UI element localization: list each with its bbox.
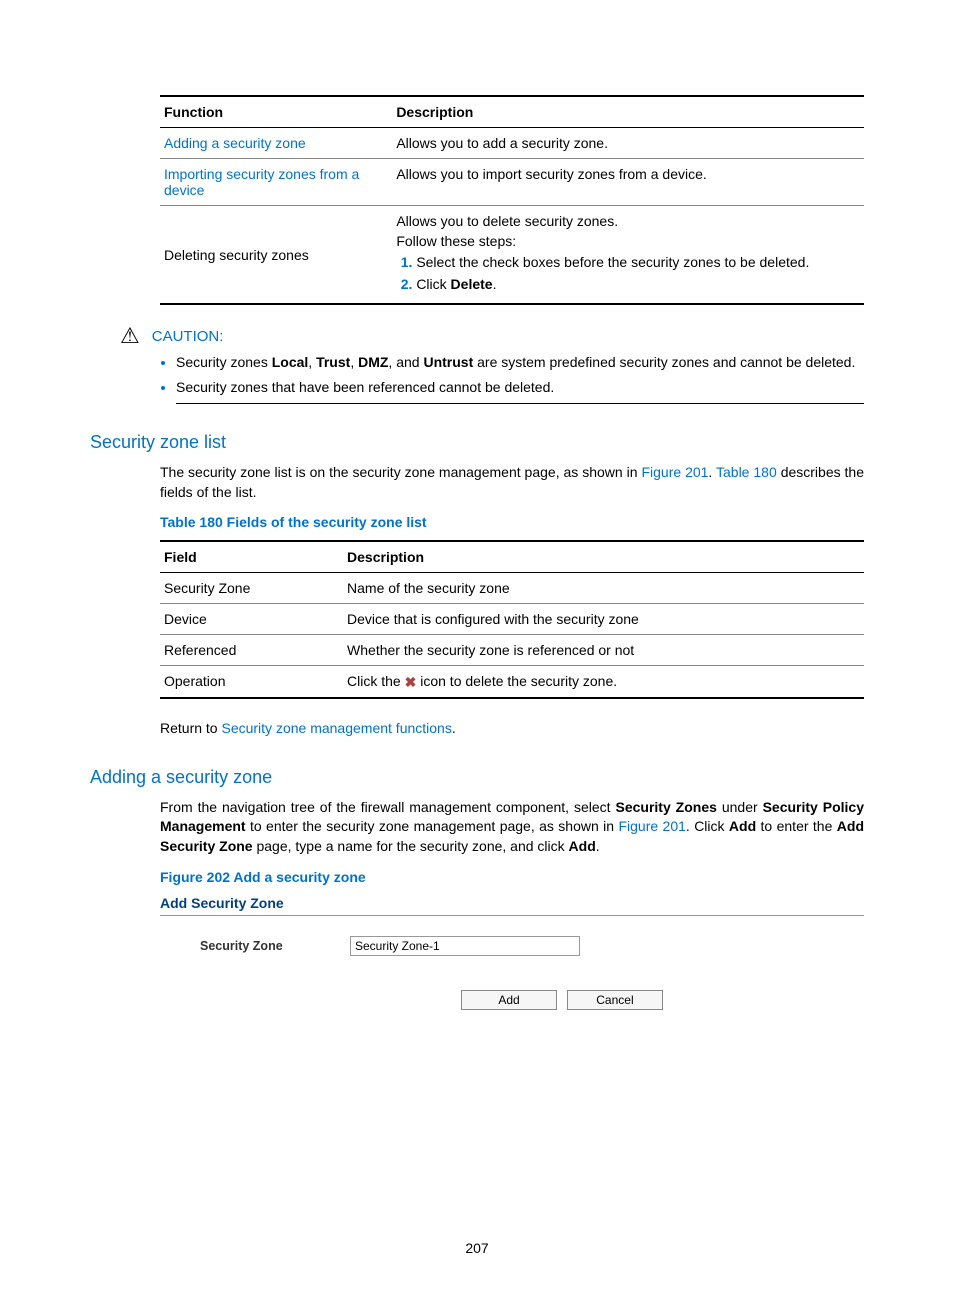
adding-zone-para: From the navigation tree of the firewall… — [160, 798, 864, 857]
t2-r2-d: Device that is configured with the secur… — [343, 604, 864, 635]
link-add-security-zone[interactable]: Adding a security zone — [164, 135, 306, 151]
fields-table: Field Description Security Zone Name of … — [160, 540, 864, 699]
caution-list: Security zones Local, Trust, DMZ, and Un… — [156, 353, 864, 397]
delete-icon: ✖ — [405, 674, 417, 691]
table-row: Referenced Whether the security zone is … — [160, 635, 864, 666]
function-table: Function Description Adding a security z… — [160, 95, 864, 305]
t1-r2-desc: Allows you to import security zones from… — [392, 159, 864, 206]
delete-step-2: Click Delete. — [416, 275, 860, 295]
heading-security-zone-list: Security zone list — [90, 432, 864, 453]
page-number: 207 — [0, 1240, 954, 1256]
t2-r1-d: Name of the security zone — [343, 573, 864, 604]
t2-r4-d: Click the ✖ icon to delete the security … — [343, 666, 864, 699]
t1-head-function: Function — [160, 96, 392, 128]
table-row: Operation Click the ✖ icon to delete the… — [160, 666, 864, 699]
return-line: Return to Security zone management funct… — [160, 719, 864, 739]
table-row: Adding a security zone Allows you to add… — [160, 128, 864, 159]
t1-r3-line2: Follow these steps: — [396, 233, 860, 249]
table-row: Importing security zones from a device A… — [160, 159, 864, 206]
t2-r3-f: Referenced — [160, 635, 343, 666]
figure-202-caption: Figure 202 Add a security zone — [160, 869, 864, 885]
delete-step-1: Select the check boxes before the securi… — [416, 253, 860, 273]
link-import-zones[interactable]: Importing security zones from a device — [164, 166, 359, 198]
table-180-caption: Table 180 Fields of the security zone li… — [160, 514, 864, 530]
delete-steps: Select the check boxes before the securi… — [396, 253, 860, 294]
table-row: Security Zone Name of the security zone — [160, 573, 864, 604]
link-figure-201-b[interactable]: Figure 201 — [618, 818, 685, 834]
caution-item-2: Security zones that have been referenced… — [176, 378, 864, 397]
t2-r4-f: Operation — [160, 666, 343, 699]
caution-block: ⚠ CAUTION: Security zones Local, Trust, … — [120, 325, 864, 404]
table-row: Deleting security zones Allows you to de… — [160, 206, 864, 305]
function-table-wrap: Function Description Adding a security z… — [160, 95, 864, 305]
link-return-management[interactable]: Security zone management functions — [221, 720, 451, 736]
button-row: Add Cancel — [260, 990, 864, 1010]
t2-r2-f: Device — [160, 604, 343, 635]
add-button[interactable]: Add — [461, 990, 557, 1010]
security-zone-input[interactable] — [350, 936, 580, 956]
form-row: Security Zone — [200, 936, 864, 956]
caution-rule — [176, 403, 864, 404]
add-zone-screenshot: Add Security Zone Security Zone Add Canc… — [160, 895, 864, 1010]
table-row: Device Device that is configured with th… — [160, 604, 864, 635]
heading-adding-zone: Adding a security zone — [90, 767, 864, 788]
link-table-180[interactable]: Table 180 — [716, 464, 777, 480]
t1-head-description: Description — [392, 96, 864, 128]
caution-icon: ⚠ — [120, 325, 140, 347]
t1-r3-fn: Deleting security zones — [160, 206, 392, 305]
cancel-button[interactable]: Cancel — [567, 990, 663, 1010]
t1-r1-desc: Allows you to add a security zone. — [392, 128, 864, 159]
t2-head-field: Field — [160, 541, 343, 573]
caution-item-1: Security zones Local, Trust, DMZ, and Un… — [176, 353, 864, 372]
t2-head-description: Description — [343, 541, 864, 573]
t2-r1-f: Security Zone — [160, 573, 343, 604]
t1-r3-line1: Allows you to delete security zones. — [396, 213, 860, 229]
zone-list-intro: The security zone list is on the securit… — [160, 463, 864, 502]
security-zone-label: Security Zone — [200, 939, 350, 953]
t2-r3-d: Whether the security zone is referenced … — [343, 635, 864, 666]
link-figure-201-a[interactable]: Figure 201 — [641, 464, 708, 480]
caution-label: CAUTION: — [152, 328, 224, 345]
screenshot-title: Add Security Zone — [160, 895, 864, 916]
t1-r3-desc: Allows you to delete security zones. Fol… — [392, 206, 864, 305]
